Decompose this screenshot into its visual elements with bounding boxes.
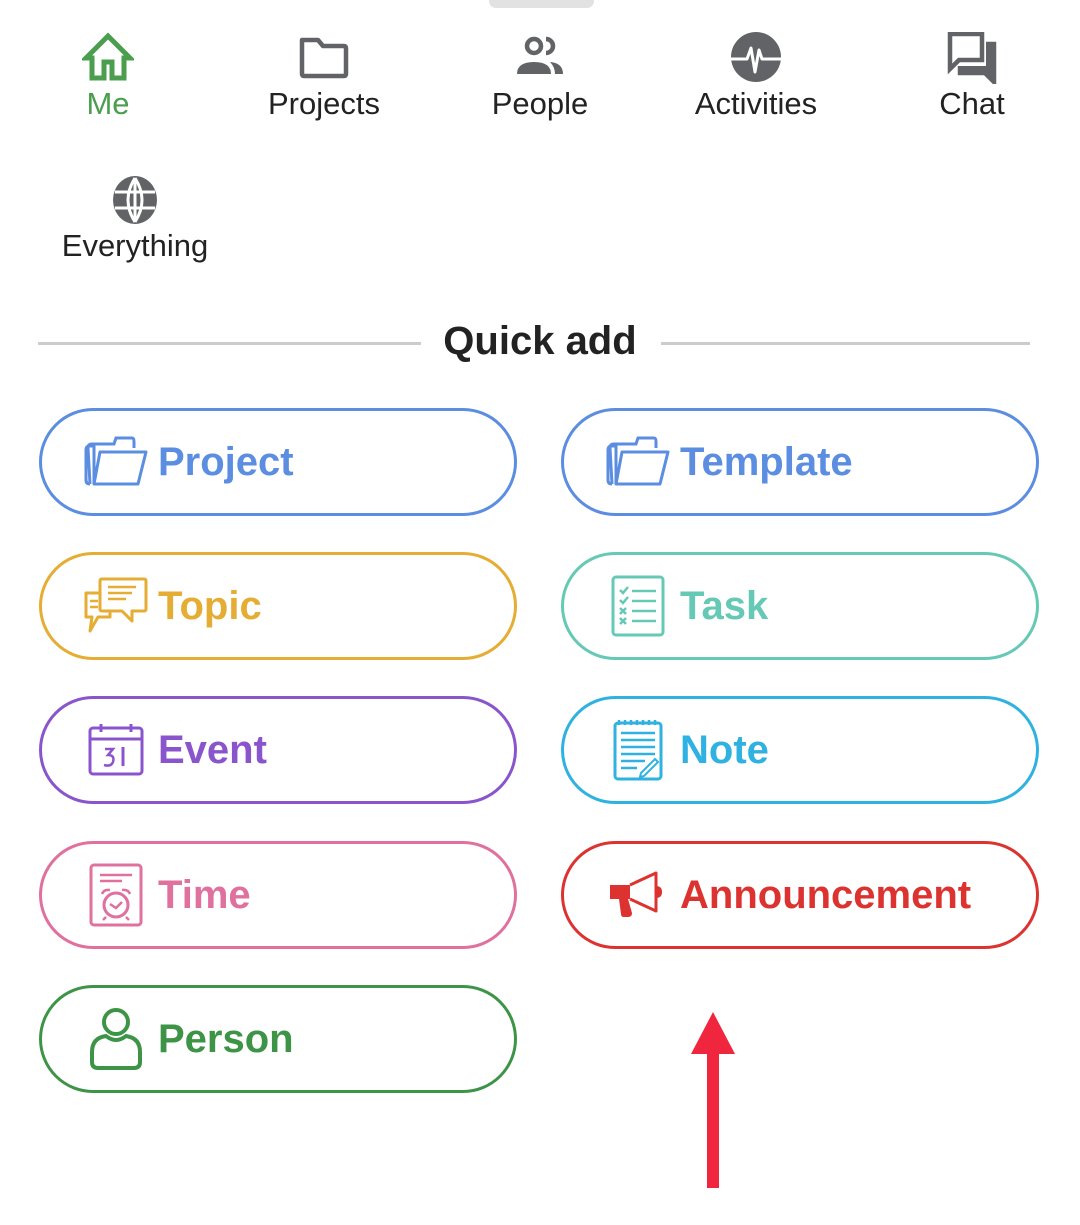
annotation-arrow-icon (691, 1012, 735, 1188)
quick-add-template-button[interactable]: Template (561, 408, 1039, 516)
quick-add-label: Event (158, 727, 267, 772)
divider-right (661, 342, 1030, 345)
quick-add-event-button[interactable]: Event (39, 696, 517, 804)
quick-add-label: Task (680, 583, 769, 628)
open-folder-icon (602, 426, 674, 498)
person-icon (80, 1003, 152, 1075)
folder-icon (299, 37, 349, 79)
people-icon (517, 36, 563, 74)
divider-left (38, 342, 421, 345)
quick-add-label: Project (158, 439, 294, 484)
quick-add-label: Announcement (680, 872, 972, 917)
pulse-icon (731, 32, 781, 82)
nav-item-chat[interactable]: Chat (864, 32, 1080, 122)
quick-add-label: Template (680, 439, 853, 484)
quick-add-project-button[interactable]: Project (39, 408, 517, 516)
quick-add-note-button[interactable]: Note (561, 696, 1039, 804)
alarm-clock-icon (80, 859, 152, 931)
nav-label: Everything (61, 228, 209, 263)
nav-item-people[interactable]: People (432, 32, 648, 122)
open-folder-icon (80, 426, 152, 498)
chat-icon (947, 32, 997, 84)
quick-add-person-button[interactable]: Person (39, 985, 517, 1093)
nav-label: Projects (268, 86, 380, 121)
nav-item-projects[interactable]: Projects (216, 32, 432, 122)
checklist-icon (602, 570, 674, 642)
notepad-icon (602, 714, 674, 786)
calendar-icon (80, 714, 152, 786)
quick-add-label: Topic (158, 583, 262, 628)
speech-bubbles-icon (80, 570, 152, 642)
home-icon (82, 32, 134, 81)
quick-add-label: Time (158, 872, 251, 917)
nav-item-everything[interactable]: Everything (27, 174, 243, 264)
globe-icon (113, 176, 157, 224)
quick-add-label: Person (158, 1016, 294, 1061)
quick-add-task-button[interactable]: Task (561, 552, 1039, 660)
nav-label: Chat (939, 86, 1005, 121)
quick-add-title: Quick add (443, 319, 637, 363)
drag-handle[interactable] (489, 0, 594, 8)
nav-label: People (491, 86, 589, 121)
quick-add-announcement-button[interactable]: Announcement (561, 841, 1039, 949)
nav-label: Activities (694, 86, 818, 121)
nav-label: Me (86, 86, 130, 121)
nav-item-activities[interactable]: Activities (648, 32, 864, 122)
nav-item-me[interactable]: Me (0, 32, 216, 122)
quick-add-time-button[interactable]: Time (39, 841, 517, 949)
quick-add-label: Note (680, 727, 769, 772)
quick-add-topic-button[interactable]: Topic (39, 552, 517, 660)
megaphone-icon (602, 859, 674, 931)
